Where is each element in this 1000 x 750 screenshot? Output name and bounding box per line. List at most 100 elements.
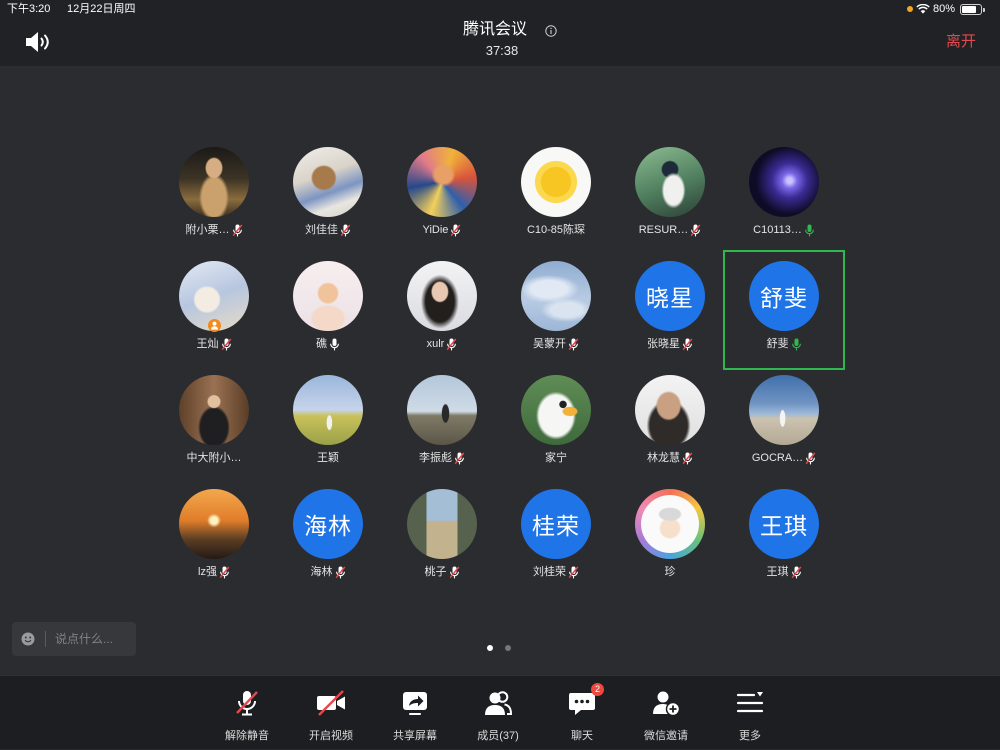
avatar	[749, 375, 819, 445]
participant-tile[interactable]: lz强	[157, 489, 271, 603]
mic-speaking-icon	[804, 224, 815, 237]
members-icon	[483, 688, 513, 718]
participant-tile[interactable]: 吴蒙开	[499, 261, 613, 375]
chat-input[interactable]: 说点什么...	[12, 622, 136, 656]
more-label: 更多	[739, 730, 761, 742]
participant-name-row: xulr	[379, 337, 505, 351]
participant-tile[interactable]: C10113…	[727, 147, 841, 261]
participant-name: 刘佳佳	[305, 224, 338, 236]
participant-name-row: 王灿	[151, 337, 277, 351]
mic-speaking-icon	[791, 338, 802, 351]
participant-name-row: 礁	[265, 337, 391, 351]
participant-tile[interactable]: 王颖	[271, 375, 385, 489]
participant-name-row: 刘佳佳	[265, 223, 391, 237]
participant-name: C10-85陈琛	[526, 224, 586, 236]
participant-tile[interactable]: 家宁	[499, 375, 613, 489]
page-dot[interactable]	[487, 645, 493, 651]
mic-muted-icon	[335, 566, 346, 579]
avatar	[179, 147, 249, 217]
participant-tile[interactable]: 珍	[613, 489, 727, 603]
avatar	[521, 261, 591, 331]
mic-muted-icon	[232, 224, 243, 237]
unmute-label: 解除静音	[225, 730, 269, 742]
info-icon[interactable]	[545, 24, 557, 37]
participant-tile[interactable]: 晓星张晓星	[613, 261, 727, 375]
participant-tile[interactable]: RESUR…	[613, 147, 727, 261]
chat-placeholder: 说点什么...	[55, 632, 114, 646]
participant-name: 礁	[316, 338, 327, 350]
wechat-invite-button[interactable]: 微信邀请	[626, 676, 706, 750]
participant-name-row: 李振彪	[379, 451, 505, 465]
avatar: 桂荣	[521, 489, 591, 559]
participant-name: 王灿	[196, 338, 219, 350]
mic-muted-icon	[682, 452, 693, 465]
battery-fill	[962, 5, 977, 13]
avatar: 海林	[293, 489, 363, 559]
participant-tile[interactable]: xulr	[385, 261, 499, 375]
mic-muted-icon	[791, 566, 802, 579]
participant-tile[interactable]: 中大附小…	[157, 375, 271, 489]
wechat-invite-icon	[651, 688, 681, 718]
bottom-toolbar: 解除静音 开启视频 共享屏幕 成员(37) 2 聊天 微信邀请 更多	[0, 675, 1000, 749]
participant-tile[interactable]: 礁	[271, 261, 385, 375]
chat-label: 聊天	[571, 730, 593, 742]
participant-name-row: 王琪	[721, 565, 847, 579]
share-screen-icon	[400, 688, 430, 718]
mic-muted-icon	[232, 688, 262, 718]
avatar-initials: 桂荣	[532, 513, 580, 539]
participant-name-row: RESUR…	[607, 223, 733, 237]
avatar	[521, 375, 591, 445]
chat-button[interactable]: 2 聊天	[542, 676, 622, 750]
avatar: 王琪	[749, 489, 819, 559]
avatar	[407, 375, 477, 445]
unmute-button[interactable]: 解除静音	[207, 676, 287, 750]
page-dot[interactable]	[505, 645, 511, 651]
page-indicator[interactable]	[487, 645, 511, 651]
participant-name: 张晓星	[647, 338, 680, 350]
more-button[interactable]: 更多	[710, 676, 790, 750]
participant-tile[interactable]: 林龙慧	[613, 375, 727, 489]
avatar-initials: 舒斐	[760, 285, 808, 311]
leave-button[interactable]: 离开	[946, 33, 976, 51]
battery-percent: 80%	[933, 3, 956, 15]
participant-tile[interactable]: 附小栗…	[157, 147, 271, 261]
mic-muted-icon	[450, 224, 461, 237]
participant-tile[interactable]: 舒斐 舒斐	[723, 250, 845, 375]
participant-name: YiDie	[422, 224, 449, 236]
participant-name: lz强	[198, 566, 217, 578]
participant-name-row: 吴蒙开	[493, 337, 619, 351]
status-time: 下午3:20	[7, 3, 51, 15]
mic-muted-icon	[454, 452, 465, 465]
participant-name: 珍	[664, 566, 676, 578]
mic-muted-icon	[805, 452, 816, 465]
participant-tile[interactable]: 桃子	[385, 489, 499, 603]
participant-tile[interactable]: 王琪 王琪	[727, 489, 841, 603]
participant-tile[interactable]: YiDie	[385, 147, 499, 261]
meeting-title[interactable]: 腾讯会议	[463, 21, 527, 39]
participant-tile[interactable]: 刘佳佳	[271, 147, 385, 261]
speaker-icon[interactable]	[24, 31, 52, 53]
participant-name: 舒斐	[766, 338, 789, 350]
recording-dot-icon	[907, 6, 913, 12]
mic-muted-icon	[682, 338, 693, 351]
participant-tile[interactable]: 海林 海林	[271, 489, 385, 603]
participant-tile[interactable]: C10-85陈琛	[499, 147, 613, 261]
battery-icon	[960, 3, 986, 15]
avatar: 晓星	[635, 261, 705, 331]
participant-tile[interactable]: 桂荣 刘桂荣	[499, 489, 613, 603]
start-video-button[interactable]: 开启视频	[291, 676, 371, 750]
participant-tile[interactable]: 王灿	[157, 261, 271, 375]
mic-muted-icon	[449, 566, 460, 579]
participant-tile[interactable]: GOCRA…	[727, 375, 841, 489]
participant-name-row: C10-85陈琛	[493, 223, 619, 237]
avatar	[293, 147, 363, 217]
emoji-icon[interactable]	[21, 632, 35, 646]
participant-tile[interactable]: 李振彪	[385, 375, 499, 489]
host-badge-icon	[208, 319, 221, 332]
participant-name: GOCRA…	[751, 452, 804, 464]
members-button[interactable]: 成员(37)	[458, 676, 538, 750]
mic-muted-icon	[690, 224, 701, 237]
share-screen-button[interactable]: 共享屏幕	[375, 676, 455, 750]
participant-name-row: 王颖	[265, 451, 391, 465]
wechat-invite-label: 微信邀请	[644, 730, 688, 742]
